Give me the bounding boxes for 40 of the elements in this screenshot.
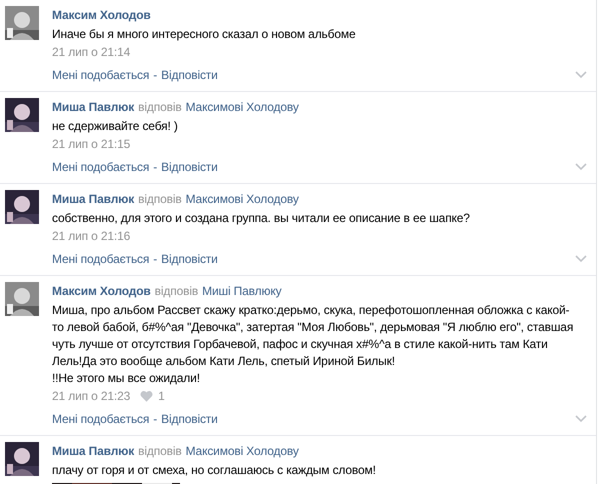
action-link[interactable]: Мені подобається (52, 160, 150, 174)
chevron-down-icon[interactable] (575, 415, 587, 423)
author-link[interactable]: Максим Холодов (52, 8, 151, 22)
author-link[interactable]: Миша Павлюк (52, 192, 134, 206)
action-link[interactable]: Мені подобається (52, 412, 150, 426)
action-link[interactable]: Мені подобається (52, 252, 150, 266)
comment-text: не сдерживайте себя! ) (52, 118, 179, 135)
replied-label: відповів (154, 284, 198, 298)
replied-label: відповів (138, 192, 182, 206)
heart-icon[interactable] (140, 390, 154, 402)
separator-dash: - (153, 68, 158, 82)
chevron-down-icon[interactable] (575, 255, 587, 263)
replied-label: відповів (138, 100, 182, 114)
comment-date: 21 лип о 21:14 (52, 44, 130, 61)
reply-to-link[interactable]: Максимові Холодову (186, 192, 299, 206)
comment-text: Миша, про альбом Рассвет скажу кратко:дерьмо, скука, перефотошопленная обложка с какой-то левой бабой, б#%^ая "Девочка", затертая "Моя Любовь", дерьмовая "Я люблю его", ставшая чуть лучше от отсутствия Горбачевой, пафос и скучная х#%^а в стиле какой-нить там Кати Лель!Да это вообще альбом Кати Лель, спетый Ириной Билык! !!Не этого мы все ожидали! (52, 302, 574, 387)
action-link[interactable]: Відповісти (161, 412, 218, 426)
like-count: 1 (158, 388, 165, 405)
comment-date: 21 лип о 21:23 (52, 388, 130, 405)
reply-to-link[interactable]: Максимові Холодову (186, 444, 299, 458)
chevron-down-icon[interactable] (575, 71, 587, 79)
author-link[interactable]: Миша Павлюк (52, 444, 134, 458)
action-link[interactable]: Відповісти (161, 68, 218, 82)
reply-to-link[interactable]: Максимові Холодову (186, 100, 299, 114)
chevron-down-icon[interactable] (575, 163, 587, 171)
separator-dash: - (153, 160, 158, 174)
reply-to-link[interactable]: Миші Павлюку (202, 284, 282, 298)
comment-date: 21 лип о 21:16 (52, 228, 130, 245)
action-link[interactable]: Відповісти (161, 252, 218, 266)
author-link[interactable]: Миша Павлюк (52, 100, 134, 114)
separator-dash: - (153, 412, 158, 426)
action-link[interactable]: Відповісти (161, 160, 218, 174)
comment-date: 21 лип о 21:15 (52, 136, 130, 153)
comment-text: собственно, для этого и создана группа. вы читали ее описание в ее шапке? (52, 210, 471, 227)
action-link[interactable]: Мені подобається (52, 68, 150, 82)
author-link[interactable]: Максим Холодов (52, 284, 151, 298)
comment-text: плачу от горя и от смеха, но соглашаюсь с каждым словом! (52, 462, 377, 479)
replied-label: відповів (138, 444, 182, 458)
comment-text: Иначе бы я много интересного сказал о новом альбоме (52, 26, 357, 43)
separator-dash: - (153, 252, 158, 266)
